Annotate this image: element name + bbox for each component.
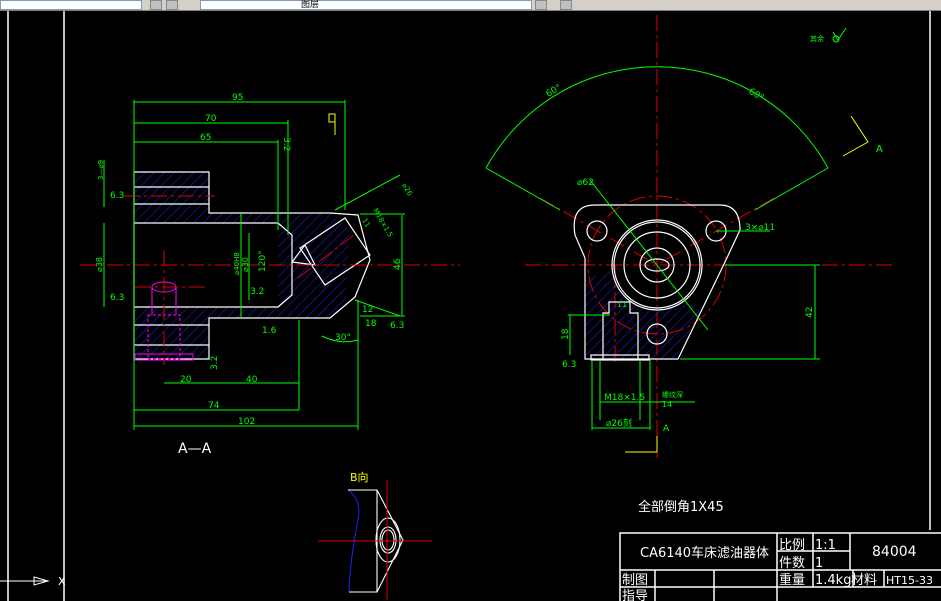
- dim-70: 70: [205, 114, 217, 124]
- toolbar: 图层: [0, 0, 941, 11]
- dim-d38: ⌀38: [95, 257, 104, 272]
- layer-name: 图层: [301, 0, 320, 10]
- part-name: CA6140车床滤油器体: [640, 545, 769, 561]
- title-block: CA6140车床滤油器体 比例 1:1 件数 1 84004 制图 指导 重量 …: [619, 532, 941, 601]
- qty-value: 1: [815, 556, 823, 571]
- section-view-a-a: 95 70 65 3—⌀9 6.3 ⌀38 6.3 ⌀40H8 ⌀30 120°…: [80, 93, 460, 457]
- material-value: HT15-33: [886, 574, 933, 587]
- angle-60-left: 60°: [545, 83, 564, 100]
- angle-30: 30°: [335, 333, 351, 343]
- weight-value: 1.4kg: [815, 573, 851, 588]
- scale-value: 1:1: [815, 538, 836, 553]
- dim-d30: ⌀30: [241, 257, 250, 272]
- roughness-3-2c: 3.2: [210, 356, 220, 370]
- dim-65: 65: [200, 133, 211, 143]
- dim-40: 40: [246, 375, 258, 385]
- dim-11: 11: [360, 217, 371, 229]
- roughness-6-3-right: 6.3: [562, 360, 576, 370]
- chamfer-note: 全部倒角1X45: [638, 499, 724, 515]
- ucs-icon: [0, 576, 50, 586]
- dim-3x11: 3×⌀11: [745, 223, 775, 233]
- view-b-label: B向: [350, 470, 369, 484]
- ucs-x-label: X: [58, 575, 66, 588]
- dim-18: 18: [365, 319, 377, 329]
- dim-20: 20: [180, 375, 192, 385]
- dim-d26-right: ⌀26刻: [606, 417, 632, 429]
- roughness-6-3b: 6.3: [110, 293, 124, 303]
- section-arrow-label: A: [876, 144, 883, 155]
- checked-by-label: 指导: [622, 589, 648, 601]
- dim-14: 14: [662, 400, 672, 409]
- drawing-canvas[interactable]: 95 70 65 3—⌀9 6.3 ⌀38 6.3 ⌀40H8 ⌀30 120°…: [0, 11, 941, 601]
- view-b: B向: [318, 470, 432, 600]
- dim-d62: ⌀62: [577, 178, 594, 188]
- angle-120: 120°: [258, 250, 268, 272]
- dim-m18: M18×1.5: [371, 207, 394, 239]
- roughness-3-2a: 3.2: [250, 287, 264, 297]
- drawn-by-label: 制图: [622, 573, 648, 588]
- front-view: 60° 60° ⌀62 3×⌀11 42 18 6.3 11 M18×1.5 螺…: [485, 15, 895, 458]
- dim-3x9: 3—⌀9: [97, 160, 105, 180]
- dim-95: 95: [232, 93, 243, 103]
- roughness-1-6: 1.6: [262, 326, 277, 336]
- layer-dropdown[interactable]: [0, 0, 142, 10]
- roughness-6-3c: 6.3: [390, 321, 404, 331]
- dim-74: 74: [208, 401, 220, 411]
- layer-previous-button[interactable]: [560, 0, 572, 10]
- dim-d26: ⌀26: [400, 182, 414, 198]
- roughness-3-2b: 3.2: [281, 137, 291, 151]
- roughness-symbol-icon: [832, 27, 847, 43]
- dim-m18-right: M18×1.5: [604, 393, 645, 403]
- dim-d40h8: ⌀40H8: [233, 252, 241, 275]
- view-b-arrow: [328, 113, 336, 135]
- dimension-texts: 95 70 65 3—⌀9 6.3 ⌀38 6.3 ⌀40H8 ⌀30 120°…: [95, 93, 414, 427]
- scale-label: 比例: [779, 538, 805, 553]
- dim-102: 102: [238, 417, 255, 427]
- qty-label: 件数: [779, 556, 805, 571]
- layer-control-dropdown[interactable]: 图层: [200, 0, 532, 10]
- angle-60-right: 60°: [747, 87, 766, 104]
- thread-depth-note: 螺纹深: [662, 390, 683, 399]
- drawing-frame: [7, 11, 931, 601]
- layer-manager-button[interactable]: [150, 0, 162, 10]
- rest-roughness-label: 其余: [810, 34, 824, 43]
- drawing-number: 84004: [872, 544, 917, 560]
- roughness-6-3a: 6.3: [110, 191, 124, 201]
- dim-11-right: 11: [617, 300, 627, 309]
- make-current-button[interactable]: [535, 0, 547, 10]
- layer-state-button[interactable]: [166, 0, 178, 10]
- section-arrow-label-2: A: [663, 424, 670, 434]
- dim-42: 42: [805, 307, 815, 318]
- weight-label: 重量: [779, 572, 805, 588]
- section-label: A—A: [178, 441, 212, 457]
- center-lines-right: [525, 15, 895, 458]
- dim-12: 12: [362, 305, 373, 315]
- material-label: 材料: [851, 573, 877, 588]
- dim-18-right: 18: [561, 328, 571, 340]
- dim-46: 46: [393, 258, 403, 270]
